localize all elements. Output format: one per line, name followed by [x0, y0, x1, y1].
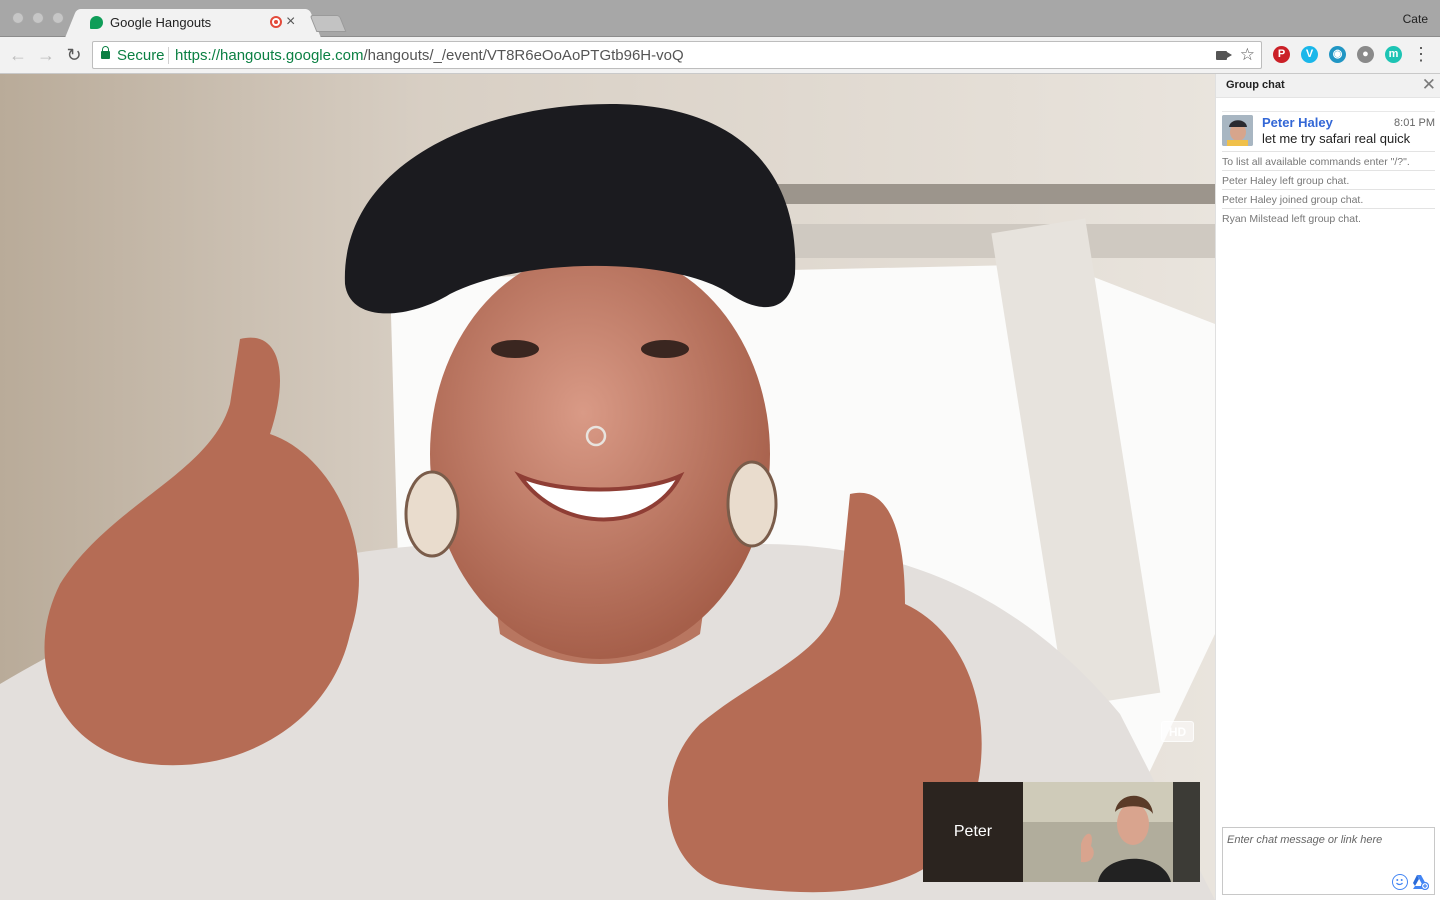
system-message: Peter Haley left group chat. — [1222, 170, 1435, 189]
participant-video-image — [0, 74, 1215, 900]
tab-title: Google Hangouts — [110, 15, 212, 30]
url-divider — [168, 47, 169, 64]
reload-icon[interactable]: ↻ — [64, 45, 84, 65]
avatar-image — [1222, 115, 1253, 146]
drive-glyph — [1413, 875, 1430, 891]
system-message: To list all available commands enter "/?… — [1222, 151, 1435, 170]
emoji-face-glyph — [1396, 879, 1403, 886]
secure-label: Secure — [117, 47, 165, 64]
system-message: Peter Haley joined group chat. — [1222, 189, 1435, 208]
url-path: /hangouts/_/event/VT8R6eOoAoPTGtb96H-voQ — [363, 47, 684, 64]
hangouts-favicon-icon — [90, 16, 103, 29]
message-time: 8:01 PM — [1394, 117, 1435, 129]
vimeo-extension-icon[interactable]: V — [1301, 46, 1318, 63]
google-drive-icon[interactable] — [1411, 874, 1430, 891]
tab-google-hangouts[interactable]: Google Hangouts × — [78, 9, 308, 37]
close-window-button[interactable] — [12, 12, 24, 24]
camera-icon[interactable] — [1216, 51, 1232, 60]
message-author[interactable]: Peter Haley — [1262, 115, 1333, 130]
url-text[interactable]: https://hangouts.google.com/hangouts/_/e… — [175, 47, 684, 64]
m-extension-icon[interactable]: m — [1385, 46, 1402, 63]
recording-icon — [270, 16, 282, 28]
minimize-window-button[interactable] — [32, 12, 44, 24]
group-chat-panel: Group chat ✕ Peter Haley 8:01 PM let me … — [1215, 74, 1440, 900]
bookmark-star-icon[interactable]: ☆ — [1240, 45, 1255, 65]
main-video-feed[interactable]: HD Peter — [0, 74, 1215, 900]
avatar[interactable] — [1222, 115, 1253, 146]
url-scheme: https:// — [175, 47, 221, 64]
hd-badge[interactable]: HD — [1161, 721, 1194, 742]
chat-header: Group chat ✕ — [1216, 74, 1440, 98]
participant-filmstrip[interactable]: Peter — [923, 782, 1200, 882]
more-menu-icon[interactable]: ⋮ — [1412, 44, 1430, 64]
chat-message: Peter Haley 8:01 PM let me try safari re… — [1222, 111, 1435, 147]
self-view-image — [1023, 782, 1200, 882]
chat-message-input[interactable] — [1223, 828, 1434, 852]
self-view-thumbnail[interactable] — [1023, 782, 1200, 882]
lock-icon — [101, 46, 110, 59]
tab-close-button[interactable]: × — [286, 12, 295, 32]
close-chat-button[interactable]: ✕ — [1422, 75, 1436, 95]
message-text: let me try safari real quick — [1262, 131, 1411, 146]
browser-titlebar: Google Hangouts × Cate — [0, 0, 1440, 37]
address-bar[interactable]: Secure https://hangouts.google.com/hango… — [92, 41, 1262, 69]
chat-title: Group chat — [1226, 79, 1285, 91]
pinterest-extension-icon[interactable]: P — [1273, 46, 1290, 63]
browser-toolbar: ← → ↻ Secure https://hangouts.google.com… — [0, 37, 1440, 74]
tomato-extension-icon[interactable]: ● — [1357, 46, 1374, 63]
system-message: Ryan Milstead left group chat. — [1222, 208, 1435, 227]
new-tab-button[interactable] — [309, 15, 347, 32]
circle-extension-icon[interactable]: ◉ — [1329, 46, 1346, 63]
forward-arrow-icon[interactable]: → — [36, 45, 56, 65]
emoji-icon[interactable] — [1392, 874, 1408, 890]
chat-input-box[interactable] — [1222, 827, 1435, 895]
participant-name-tile[interactable]: Peter — [923, 782, 1023, 882]
zoom-window-button[interactable] — [52, 12, 64, 24]
url-host: hangouts.google.com — [220, 47, 364, 64]
back-arrow-icon[interactable]: ← — [8, 45, 28, 65]
profile-name[interactable]: Cate — [1403, 12, 1428, 26]
